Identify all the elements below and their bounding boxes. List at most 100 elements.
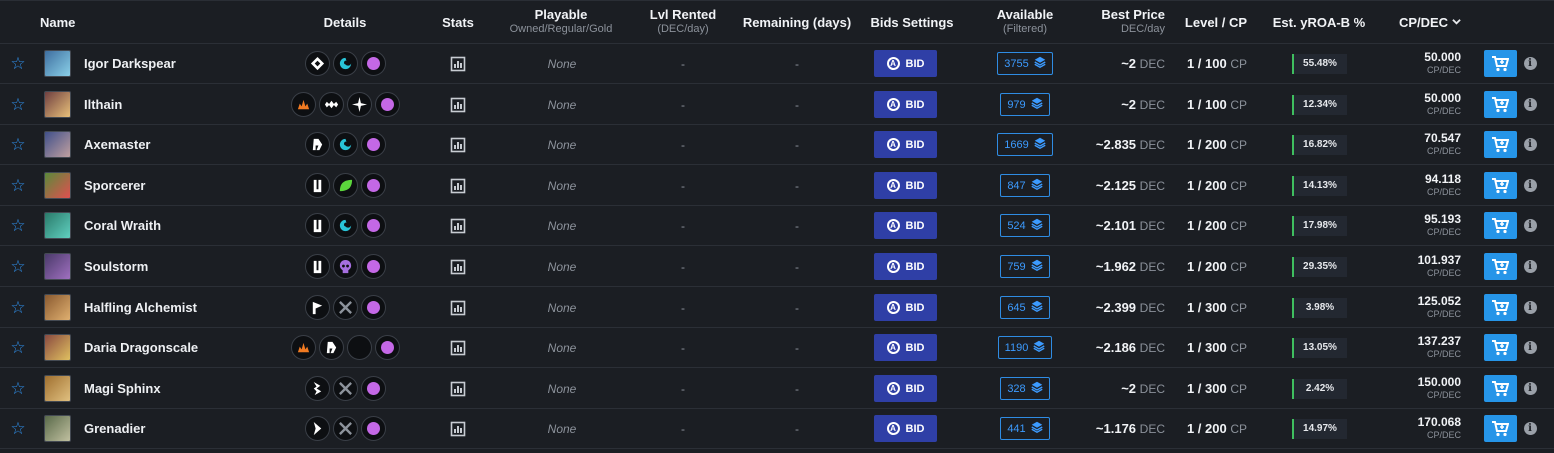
bid-button[interactable]: A BID [873, 125, 938, 164]
card-name[interactable]: Sporcerer [84, 166, 284, 205]
best-price: ~1.176 DEC [1075, 409, 1165, 448]
favorite-star-icon[interactable]: ☆ [8, 166, 28, 205]
info-icon[interactable]: i [1522, 206, 1538, 245]
info-icon[interactable]: i [1522, 288, 1538, 327]
card-name[interactable]: Ilthain [84, 85, 284, 124]
favorite-star-icon[interactable]: ☆ [8, 206, 28, 245]
favorite-star-icon[interactable]: ☆ [8, 125, 28, 164]
favorite-star-icon[interactable]: ☆ [8, 85, 28, 124]
header-yroa[interactable]: Est. yROA-B % [1270, 1, 1368, 43]
card-thumbnail[interactable] [43, 369, 71, 408]
info-icon[interactable]: i [1522, 166, 1538, 205]
available-count: 3755 [1004, 57, 1029, 70]
favorite-star-icon[interactable]: ☆ [8, 409, 28, 448]
card-name[interactable]: Halfling Alchemist [84, 288, 284, 327]
header-remaining[interactable]: Remaining (days) [735, 1, 859, 43]
card-thumbnail[interactable] [43, 288, 71, 327]
favorite-star-icon[interactable]: ☆ [8, 369, 28, 408]
header-level-cp[interactable]: Level / CP [1178, 1, 1254, 43]
card-thumbnail[interactable] [43, 409, 71, 448]
available-button[interactable]: 328 [985, 369, 1065, 408]
bid-button[interactable]: A BID [873, 409, 938, 448]
stats-icon[interactable] [446, 166, 470, 205]
card-name[interactable]: Daria Dragonscale [84, 328, 284, 367]
info-icon[interactable]: i [1522, 247, 1538, 286]
card-thumbnail[interactable] [43, 166, 71, 205]
playable-text: None [547, 421, 577, 436]
favorite-star-icon[interactable]: ☆ [8, 247, 28, 286]
bid-button[interactable]: A BID [873, 44, 938, 83]
card-thumbnail[interactable] [43, 206, 71, 245]
bid-button[interactable]: A BID [873, 288, 938, 327]
card-name[interactable]: Magi Sphinx [84, 369, 284, 408]
favorite-star-icon[interactable]: ☆ [8, 288, 28, 327]
bid-button[interactable]: A BID [873, 85, 938, 124]
available-button[interactable]: 441 [985, 409, 1065, 448]
stats-icon[interactable] [446, 247, 470, 286]
stats-icon[interactable] [446, 44, 470, 83]
available-button[interactable]: 524 [985, 206, 1065, 245]
info-icon[interactable]: i [1522, 328, 1538, 367]
info-icon[interactable]: i [1522, 409, 1538, 448]
available-button[interactable]: 1190 [985, 328, 1065, 367]
info-icon[interactable]: i [1522, 125, 1538, 164]
card-name[interactable]: Coral Wraith [84, 206, 284, 245]
bid-button[interactable]: A BID [873, 166, 938, 205]
lvl-rented-text: - [681, 421, 685, 436]
playable-text: None [547, 178, 577, 193]
add-to-cart-button[interactable] [1483, 288, 1517, 327]
add-to-cart-button[interactable] [1483, 166, 1517, 205]
info-icon[interactable]: i [1522, 44, 1538, 83]
lvl-rented-text: - [681, 259, 685, 274]
add-to-cart-button[interactable] [1483, 206, 1517, 245]
add-to-cart-button[interactable] [1483, 247, 1517, 286]
add-to-cart-button[interactable] [1483, 369, 1517, 408]
card-thumbnail[interactable] [43, 328, 71, 367]
card-name[interactable]: Igor Darkspear [84, 44, 284, 83]
stats-icon[interactable] [446, 409, 470, 448]
header-lvl-rented[interactable]: Lvl Rented (DEC/day) [633, 1, 733, 43]
info-icon[interactable]: i [1522, 369, 1538, 408]
remaining-text: - [795, 56, 799, 71]
available-button[interactable]: 979 [985, 85, 1065, 124]
header-available[interactable]: Available (Filtered) [985, 1, 1065, 43]
card-name[interactable]: Grenadier [84, 409, 284, 448]
bid-button[interactable]: A BID [873, 328, 938, 367]
header-name[interactable]: Name [40, 1, 80, 43]
bid-button[interactable]: A BID [873, 247, 938, 286]
stats-icon[interactable] [446, 288, 470, 327]
favorite-star-icon[interactable]: ☆ [8, 328, 28, 367]
card-thumbnail[interactable] [43, 247, 71, 286]
auction-icon: A [886, 179, 900, 192]
add-to-cart-button[interactable] [1483, 409, 1517, 448]
bid-button[interactable]: A BID [873, 369, 938, 408]
available-button[interactable]: 759 [985, 247, 1065, 286]
stats-icon[interactable] [446, 85, 470, 124]
header-cp-dec[interactable]: CP/DEC [1395, 1, 1465, 43]
stats-icon[interactable] [446, 369, 470, 408]
card-name[interactable]: Soulstorm [84, 247, 284, 286]
flag-icon [304, 295, 330, 320]
stats-icon[interactable] [446, 328, 470, 367]
card-thumbnail[interactable] [43, 125, 71, 164]
add-to-cart-button[interactable] [1483, 85, 1517, 124]
add-to-cart-button[interactable] [1483, 44, 1517, 83]
cp-dec: 95.193 CP/DEC [1395, 206, 1461, 245]
available-button[interactable]: 645 [985, 288, 1065, 327]
available-button[interactable]: 847 [985, 166, 1065, 205]
yroa-badge: 16.82% [1290, 125, 1348, 164]
card-thumbnail[interactable] [43, 85, 71, 124]
header-best-price[interactable]: Best Price DEC/day [1080, 1, 1165, 43]
table-row: ☆ Grenadier None - - A BID 441 ~1.176 DEC 1 / 200… [0, 409, 1554, 449]
add-to-cart-button[interactable] [1483, 328, 1517, 367]
available-button[interactable]: 1669 [985, 125, 1065, 164]
available-button[interactable]: 3755 [985, 44, 1065, 83]
stats-icon[interactable] [446, 206, 470, 245]
bid-button[interactable]: A BID [873, 206, 938, 245]
favorite-star-icon[interactable]: ☆ [8, 44, 28, 83]
info-icon[interactable]: i [1522, 85, 1538, 124]
add-to-cart-button[interactable] [1483, 125, 1517, 164]
stats-icon[interactable] [446, 125, 470, 164]
card-name[interactable]: Axemaster [84, 125, 284, 164]
card-thumbnail[interactable] [43, 44, 71, 83]
